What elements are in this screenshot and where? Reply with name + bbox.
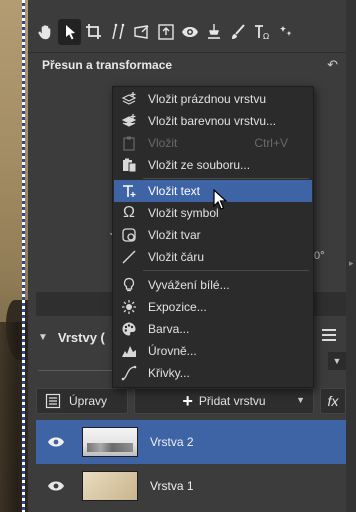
adjustments-icon xyxy=(45,393,61,409)
mouse-cursor-icon xyxy=(213,189,228,210)
hand-icon[interactable] xyxy=(34,19,57,45)
layer-name: Vrstva 1 xyxy=(150,479,194,493)
layer-actions: Úpravy + Přidat vrstvu ▼ fx xyxy=(36,388,346,414)
menu-item-insert-shape[interactable]: Vložit tvar xyxy=(114,224,312,246)
menu-item-insert-line[interactable]: Vložit čáru xyxy=(114,246,312,268)
layer-thumbnail xyxy=(82,471,138,501)
brush-icon[interactable] xyxy=(226,19,249,45)
menu-item-label: Barva... xyxy=(148,322,190,336)
adjustments-button[interactable]: Úpravy xyxy=(36,388,128,414)
layer-row[interactable]: Vrstva 1 xyxy=(36,464,346,508)
menu-item-label: Vyvážení bílé... xyxy=(148,278,230,292)
menu-item-shortcut: Ctrl+V xyxy=(254,136,288,150)
layer-row[interactable]: Vrstva 2 xyxy=(36,420,346,464)
rotation-value-stub: 0° xyxy=(314,250,325,262)
layers-title: Vrstvy ( xyxy=(57,329,105,345)
menu-item-label: Vložit ze souboru... xyxy=(148,158,251,172)
menu-item-label: Vložit xyxy=(148,136,178,150)
toolbar: Ω xyxy=(34,18,297,46)
reset-icon[interactable]: ↶ xyxy=(327,57,338,73)
paste-icon xyxy=(118,135,140,151)
clone-icon[interactable] xyxy=(202,19,225,45)
menu-item-label: Úrovně... xyxy=(148,344,197,358)
menu-item-levels[interactable]: Úrovně... xyxy=(114,340,312,362)
photo-canvas[interactable] xyxy=(0,0,28,512)
menu-item-curves[interactable]: Křivky... xyxy=(114,362,312,384)
text-icon xyxy=(118,183,140,199)
spot-icon[interactable] xyxy=(274,19,297,45)
collapse-arrow-icon[interactable]: ▼ xyxy=(38,332,48,343)
add-layer-button[interactable]: + Přidat vrstvu ▼ xyxy=(134,388,314,414)
menu-separator xyxy=(143,270,309,271)
plus-icon: + xyxy=(182,391,193,411)
menu-item-label: Vložit tvar xyxy=(148,228,201,242)
straighten-icon[interactable] xyxy=(106,19,129,45)
pointer-icon[interactable] xyxy=(58,19,81,45)
visibility-eye-icon[interactable] xyxy=(44,436,68,448)
frame-icon[interactable] xyxy=(154,19,177,45)
paste-file-icon xyxy=(118,157,140,173)
blend-dropdown-arrow-icon[interactable]: ▼ xyxy=(328,352,346,370)
add-layer-dropdown-icon[interactable]: ▼ xyxy=(296,395,305,405)
visibility-eye-icon[interactable] xyxy=(44,480,68,492)
menu-item-insert-empty-layer[interactable]: Vložit prázdnou vrstvu xyxy=(114,88,312,110)
menu-item-label: Vložit čáru xyxy=(148,250,205,264)
levels-icon xyxy=(118,343,140,359)
curves-icon xyxy=(118,365,140,381)
menu-item-label: Křivky... xyxy=(148,366,190,380)
menu-item-label: Vložit prázdnou vrstvu xyxy=(148,92,267,106)
fx-button[interactable]: fx xyxy=(320,388,346,414)
section-title: Přesun a transformace xyxy=(42,57,173,72)
new-layer-icon xyxy=(118,91,140,107)
menu-item-label: Vložit text xyxy=(148,184,201,198)
omega-icon: Ω xyxy=(123,204,135,221)
eye-icon[interactable] xyxy=(178,19,201,45)
text-omega-icon[interactable]: Ω xyxy=(250,19,273,45)
palette-icon xyxy=(118,321,140,337)
add-layer-label: Přidat vrstvu xyxy=(198,394,266,408)
layer-thumbnail xyxy=(82,427,138,457)
bulb-icon xyxy=(118,277,140,293)
perspective-icon[interactable] xyxy=(130,19,153,45)
menu-item-insert-color-layer[interactable]: Vložit barevnou vrstvu... xyxy=(114,110,312,132)
menu-item-color[interactable]: Barva... xyxy=(114,318,312,340)
color-layer-icon xyxy=(118,113,140,129)
hamburger-menu-icon[interactable] xyxy=(322,329,336,341)
menu-item-label: Expozice... xyxy=(148,300,207,314)
sun-icon xyxy=(118,299,140,315)
panel-collapse-arrow-icon[interactable]: ▸ xyxy=(349,258,355,272)
shape-icon xyxy=(118,227,140,243)
svg-text:Ω: Ω xyxy=(263,32,269,41)
menu-separator xyxy=(143,178,309,179)
menu-item-exposure[interactable]: Expozice... xyxy=(114,296,312,318)
crop-icon[interactable] xyxy=(82,19,105,45)
context-menu: Vložit prázdnou vrstvu Vložit barevnou v… xyxy=(112,86,314,388)
panel-edge xyxy=(346,0,356,512)
menu-item-label: Vložit barevnou vrstvu... xyxy=(148,114,277,128)
menu-item-white-balance[interactable]: Vyvážení bílé... xyxy=(114,274,312,296)
menu-item-paste: Vložit Ctrl+V xyxy=(114,132,312,154)
layer-name: Vrstva 2 xyxy=(150,435,194,449)
line-icon xyxy=(118,249,140,265)
menu-item-paste-from-file[interactable]: Vložit ze souboru... xyxy=(114,154,312,176)
selection-marquee xyxy=(22,0,25,512)
transform-section-header[interactable]: Přesun a transformace ↶ xyxy=(28,52,346,76)
adjustments-label: Úpravy xyxy=(69,394,108,408)
menu-item-label: Vložit symbol xyxy=(148,206,219,220)
